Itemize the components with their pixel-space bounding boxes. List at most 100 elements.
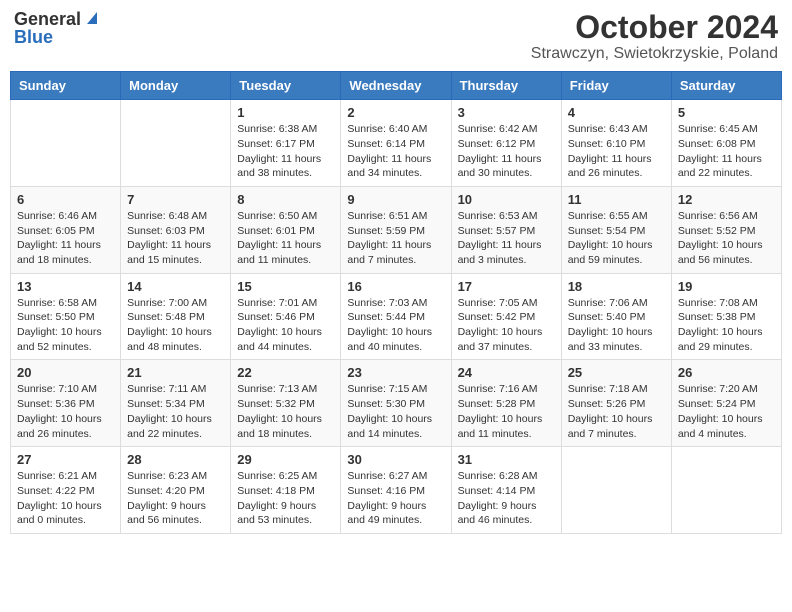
weekday-header-cell: Monday [121, 72, 231, 100]
day-number: 30 [347, 452, 444, 467]
calendar-day-cell: 5Sunrise: 6:45 AMSunset: 6:08 PMDaylight… [671, 100, 781, 187]
calendar-week-row: 20 Sunrise: 7:10 AMSunset: 5:36 PMDayligh… [11, 360, 782, 447]
day-info: Sunrise: 6:48 AMSunset: 6:03 PMDaylight:… [127, 209, 224, 268]
calendar-week-row: 13 Sunrise: 6:58 AMSunset: 5:50 PMDayligh… [11, 273, 782, 360]
logo-general-text: General [14, 10, 81, 28]
day-number: 7 [127, 192, 224, 207]
day-info: Sunrise: 7:16 AMSunset: 5:28 PMDaylight:… [458, 382, 555, 441]
day-info: Sunrise: 7:10 AMSunset: 5:36 PMDaylight:… [17, 382, 114, 441]
day-number: 23 [347, 365, 444, 380]
calendar-table: SundayMondayTuesdayWednesdayThursdayFrid… [10, 71, 782, 534]
day-info: Sunrise: 7:03 AMSunset: 5:44 PMDaylight:… [347, 296, 444, 355]
weekday-header-cell: Tuesday [231, 72, 341, 100]
calendar-day-cell: 9Sunrise: 6:51 AMSunset: 5:59 PMDaylight… [341, 186, 451, 273]
calendar-day-cell: 2Sunrise: 6:40 AMSunset: 6:14 PMDaylight… [341, 100, 451, 187]
logo-blue-text: Blue [14, 28, 53, 46]
calendar-day-cell: 27 Sunrise: 6:21 AMSunset: 4:22 PMDayligh… [11, 447, 121, 534]
day-info: Sunrise: 7:18 AMSunset: 5:26 PMDaylight:… [568, 382, 665, 441]
day-info: Sunrise: 6:28 AMSunset: 4:14 PMDaylight:… [458, 469, 555, 528]
calendar-day-cell: 24Sunrise: 7:16 AMSunset: 5:28 PMDayligh… [451, 360, 561, 447]
weekday-header-cell: Saturday [671, 72, 781, 100]
calendar-day-cell: 30Sunrise: 6:27 AMSunset: 4:16 PMDayligh… [341, 447, 451, 534]
day-info: Sunrise: 6:38 AMSunset: 6:17 PMDaylight:… [237, 122, 334, 181]
calendar-day-cell: 4Sunrise: 6:43 AMSunset: 6:10 PMDaylight… [561, 100, 671, 187]
calendar-day-cell: 8Sunrise: 6:50 AMSunset: 6:01 PMDaylight… [231, 186, 341, 273]
calendar-day-cell: 22 Sunrise: 7:13 AMSunset: 5:32 PMDayligh… [231, 360, 341, 447]
calendar-day-cell: 26Sunrise: 7:20 AMSunset: 5:24 PMDayligh… [671, 360, 781, 447]
calendar-day-cell [671, 447, 781, 534]
calendar-week-row: 27 Sunrise: 6:21 AMSunset: 4:22 PMDayligh… [11, 447, 782, 534]
day-info: Sunrise: 7:05 AMSunset: 5:42 PMDaylight:… [458, 296, 555, 355]
day-number: 13 [17, 279, 114, 294]
calendar-day-cell: 13 Sunrise: 6:58 AMSunset: 5:50 PMDayligh… [11, 273, 121, 360]
day-info: Sunrise: 6:55 AMSunset: 5:54 PMDaylight:… [568, 209, 665, 268]
title-area: October 2024 Strawczyn, Swietokrzyskie, … [531, 10, 778, 63]
day-number: 28 [127, 452, 224, 467]
calendar-day-cell: 6Sunrise: 6:46 AMSunset: 6:05 PMDaylight… [11, 186, 121, 273]
day-info: Sunrise: 6:25 AMSunset: 4:18 PMDaylight:… [237, 469, 334, 528]
calendar-body: 1 Sunrise: 6:38 AMSunset: 6:17 PMDaylight… [11, 100, 782, 534]
calendar-day-cell: 14 Sunrise: 7:00 AMSunset: 5:48 PMDayligh… [121, 273, 231, 360]
location-title: Strawczyn, Swietokrzyskie, Poland [531, 45, 778, 63]
day-number: 20 [17, 365, 114, 380]
calendar-day-cell: 20 Sunrise: 7:10 AMSunset: 5:36 PMDayligh… [11, 360, 121, 447]
calendar-day-cell: 18 Sunrise: 7:06 AMSunset: 5:40 PMDayligh… [561, 273, 671, 360]
page-header: General Blue October 2024 Strawczyn, Swi… [10, 10, 782, 63]
day-number: 19 [678, 279, 775, 294]
logo-triangle-icon [83, 10, 99, 26]
day-info: Sunrise: 6:21 AMSunset: 4:22 PMDaylight:… [17, 469, 114, 528]
day-number: 4 [568, 105, 665, 120]
day-info: Sunrise: 7:11 AMSunset: 5:34 PMDaylight:… [127, 382, 224, 441]
calendar-day-cell: 15Sunrise: 7:01 AMSunset: 5:46 PMDayligh… [231, 273, 341, 360]
day-info: Sunrise: 7:00 AMSunset: 5:48 PMDaylight:… [127, 296, 224, 355]
calendar-day-cell: 25 Sunrise: 7:18 AMSunset: 5:26 PMDayligh… [561, 360, 671, 447]
calendar-day-cell: 19Sunrise: 7:08 AMSunset: 5:38 PMDayligh… [671, 273, 781, 360]
day-info: Sunrise: 7:20 AMSunset: 5:24 PMDaylight:… [678, 382, 775, 441]
day-number: 25 [568, 365, 665, 380]
day-number: 15 [237, 279, 334, 294]
day-info: Sunrise: 6:23 AMSunset: 4:20 PMDaylight:… [127, 469, 224, 528]
weekday-header-cell: Sunday [11, 72, 121, 100]
day-info: Sunrise: 6:46 AMSunset: 6:05 PMDaylight:… [17, 209, 114, 268]
day-info: Sunrise: 6:50 AMSunset: 6:01 PMDaylight:… [237, 209, 334, 268]
calendar-week-row: 1 Sunrise: 6:38 AMSunset: 6:17 PMDaylight… [11, 100, 782, 187]
calendar-day-cell: 16 Sunrise: 7:03 AMSunset: 5:44 PMDayligh… [341, 273, 451, 360]
calendar-day-cell [561, 447, 671, 534]
calendar-day-cell: 23 Sunrise: 7:15 AMSunset: 5:30 PMDayligh… [341, 360, 451, 447]
day-number: 9 [347, 192, 444, 207]
weekday-header-cell: Wednesday [341, 72, 451, 100]
calendar-day-cell: 31 Sunrise: 6:28 AMSunset: 4:14 PMDayligh… [451, 447, 561, 534]
day-number: 21 [127, 365, 224, 380]
calendar-day-cell: 21 Sunrise: 7:11 AMSunset: 5:34 PMDayligh… [121, 360, 231, 447]
day-number: 27 [17, 452, 114, 467]
day-number: 5 [678, 105, 775, 120]
calendar-day-cell: 17Sunrise: 7:05 AMSunset: 5:42 PMDayligh… [451, 273, 561, 360]
day-number: 10 [458, 192, 555, 207]
day-number: 3 [458, 105, 555, 120]
day-info: Sunrise: 7:13 AMSunset: 5:32 PMDaylight:… [237, 382, 334, 441]
day-info: Sunrise: 6:42 AMSunset: 6:12 PMDaylight:… [458, 122, 555, 181]
day-info: Sunrise: 6:53 AMSunset: 5:57 PMDaylight:… [458, 209, 555, 268]
calendar-week-row: 6Sunrise: 6:46 AMSunset: 6:05 PMDaylight… [11, 186, 782, 273]
day-number: 14 [127, 279, 224, 294]
calendar-day-cell [121, 100, 231, 187]
weekday-header-cell: Thursday [451, 72, 561, 100]
day-number: 16 [347, 279, 444, 294]
month-title: October 2024 [531, 10, 778, 45]
day-number: 22 [237, 365, 334, 380]
calendar-day-cell: 28 Sunrise: 6:23 AMSunset: 4:20 PMDayligh… [121, 447, 231, 534]
day-info: Sunrise: 6:58 AMSunset: 5:50 PMDaylight:… [17, 296, 114, 355]
calendar-day-cell: 29 Sunrise: 6:25 AMSunset: 4:18 PMDayligh… [231, 447, 341, 534]
calendar-day-cell: 12 Sunrise: 6:56 AMSunset: 5:52 PMDayligh… [671, 186, 781, 273]
day-number: 12 [678, 192, 775, 207]
calendar-day-cell [11, 100, 121, 187]
day-number: 31 [458, 452, 555, 467]
calendar-day-cell: 11Sunrise: 6:55 AMSunset: 5:54 PMDayligh… [561, 186, 671, 273]
day-number: 29 [237, 452, 334, 467]
day-info: Sunrise: 6:56 AMSunset: 5:52 PMDaylight:… [678, 209, 775, 268]
day-info: Sunrise: 7:15 AMSunset: 5:30 PMDaylight:… [347, 382, 444, 441]
calendar-day-cell: 7 Sunrise: 6:48 AMSunset: 6:03 PMDaylight… [121, 186, 231, 273]
day-number: 18 [568, 279, 665, 294]
day-info: Sunrise: 7:06 AMSunset: 5:40 PMDaylight:… [568, 296, 665, 355]
day-number: 1 [237, 105, 334, 120]
